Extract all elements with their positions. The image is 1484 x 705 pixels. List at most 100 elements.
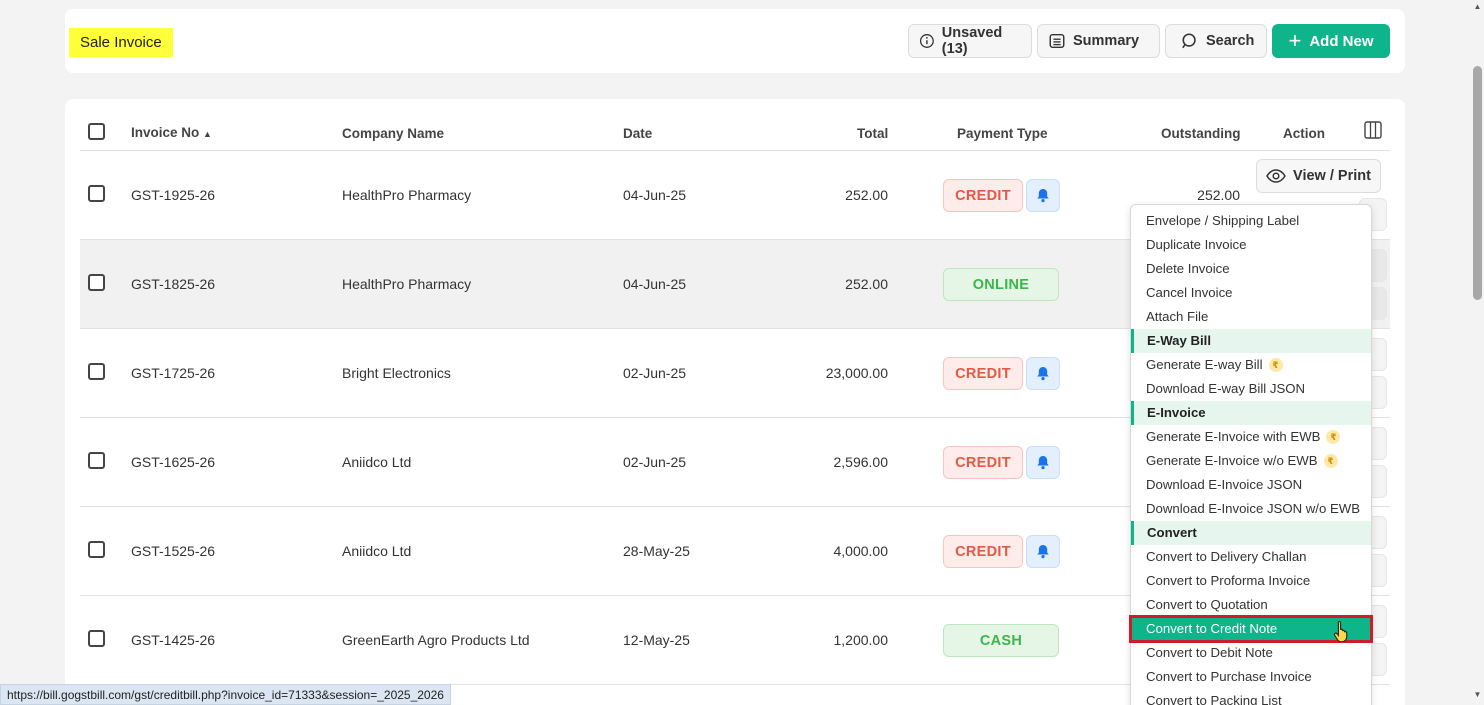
company-name: GreenEarth Agro Products Ltd xyxy=(342,632,530,648)
columns-icon[interactable] xyxy=(1364,121,1382,139)
invoice-no[interactable]: GST-1425-26 xyxy=(131,632,215,648)
menu-item-envelope[interactable]: Envelope / Shipping Label xyxy=(1131,209,1371,233)
menu-item-label: Generate E-Invoice with EWB xyxy=(1146,429,1321,444)
menu-item-attach-file[interactable]: Attach File xyxy=(1131,305,1371,329)
invoice-total: 4,000.00 xyxy=(833,543,889,559)
unsaved-button[interactable]: Unsaved (13) xyxy=(908,24,1032,58)
payment-badge: CREDIT xyxy=(943,535,1023,568)
page-scrollbar[interactable]: ▲ ▼ xyxy=(1471,0,1484,705)
actions-dropdown-menu: Envelope / Shipping Label Duplicate Invo… xyxy=(1129,204,1373,705)
sort-asc-icon: ▲ xyxy=(203,129,212,139)
table-header: Invoice No ▲ Company Name Date Total Pay… xyxy=(80,117,1390,151)
row-checkbox[interactable] xyxy=(88,363,105,380)
payment-badge: ONLINE xyxy=(943,268,1059,301)
menu-item-generate-eway[interactable]: Generate E-way Bill ₹ xyxy=(1131,353,1371,377)
scroll-down-icon[interactable]: ▼ xyxy=(1473,690,1482,699)
row-checkbox[interactable] xyxy=(88,274,105,291)
col-payment-type: Payment Type xyxy=(957,126,1048,141)
select-all-checkbox[interactable] xyxy=(88,123,105,140)
menu-section-eway-bill: E-Way Bill xyxy=(1131,329,1371,353)
add-new-button[interactable]: + Add New xyxy=(1272,24,1390,58)
menu-section-einvoice: E-Invoice xyxy=(1131,401,1371,425)
payment-badge: CREDIT xyxy=(943,357,1023,390)
row-checkbox[interactable] xyxy=(88,630,105,647)
menu-item-download-einvoice-json[interactable]: Download E-Invoice JSON xyxy=(1131,473,1371,497)
menu-item-einvoice-with-ewb[interactable]: Generate E-Invoice with EWB ₹ xyxy=(1131,425,1371,449)
menu-item-convert-credit-note[interactable]: Convert to Credit Note xyxy=(1129,615,1373,643)
menu-section-convert: Convert xyxy=(1131,521,1371,545)
invoice-date: 12-May-25 xyxy=(623,632,690,648)
invoice-date: 04-Jun-25 xyxy=(623,276,687,292)
reminder-button[interactable] xyxy=(1026,357,1060,390)
company-name: Bright Electronics xyxy=(342,365,451,381)
payment-badge: CREDIT xyxy=(943,446,1023,479)
view-print-button[interactable]: View / Print xyxy=(1256,159,1381,193)
search-icon xyxy=(1182,33,1196,49)
payment-badge: CREDIT xyxy=(943,179,1023,212)
invoice-total: 252.00 xyxy=(845,187,888,203)
menu-item-label: Generate E-way Bill xyxy=(1146,357,1263,372)
row-checkbox[interactable] xyxy=(88,541,105,558)
status-bar-url: https://bill.gogstbill.com/gst/creditbil… xyxy=(0,684,451,705)
col-date: Date xyxy=(623,126,653,141)
invoice-total: 1,200.00 xyxy=(833,632,889,648)
menu-item-convert-purchase-invoice[interactable]: Convert to Purchase Invoice xyxy=(1131,665,1371,689)
invoice-total: 252.00 xyxy=(845,276,888,292)
menu-item-download-eway-json[interactable]: Download E-way Bill JSON xyxy=(1131,377,1371,401)
invoice-total: 2,596.00 xyxy=(833,454,889,470)
menu-item-einvoice-without-ewb[interactable]: Generate E-Invoice w/o EWB ₹ xyxy=(1131,449,1371,473)
menu-item-convert-delivery-challan[interactable]: Convert to Delivery Challan xyxy=(1131,545,1371,569)
page-title: Sale Invoice xyxy=(69,28,173,57)
search-button[interactable]: Search xyxy=(1165,24,1267,58)
eye-icon xyxy=(1266,169,1286,183)
reminder-button[interactable] xyxy=(1026,535,1060,568)
scrollbar-thumb[interactable] xyxy=(1473,66,1482,300)
bell-icon xyxy=(1037,189,1049,203)
bell-icon xyxy=(1037,456,1049,470)
menu-item-download-einvoice-json-no-ewb[interactable]: Download E-Invoice JSON w/o EWB xyxy=(1131,497,1371,521)
plus-icon: + xyxy=(1288,28,1302,53)
menu-item-convert-debit-note[interactable]: Convert to Debit Note xyxy=(1131,641,1371,665)
company-name: HealthPro Pharmacy xyxy=(342,276,472,292)
invoice-date: 28-May-25 xyxy=(623,543,690,559)
reminder-button[interactable] xyxy=(1026,446,1060,479)
view-print-label: View / Print xyxy=(1293,168,1371,184)
menu-item-cancel[interactable]: Cancel Invoice xyxy=(1131,281,1371,305)
company-name: HealthPro Pharmacy xyxy=(342,187,472,203)
coin-icon: ₹ xyxy=(1268,358,1283,372)
row-checkbox[interactable] xyxy=(88,452,105,469)
page-header: Sale Invoice Unsaved (13) Summary Search… xyxy=(65,9,1405,73)
menu-item-convert-packing-list[interactable]: Convert to Packing List xyxy=(1131,689,1371,705)
col-outstanding: Outstanding xyxy=(1161,126,1241,141)
outstanding-amount: 252.00 xyxy=(1197,187,1240,203)
invoice-no[interactable]: GST-1625-26 xyxy=(131,454,215,470)
bell-icon xyxy=(1037,545,1049,559)
menu-item-convert-quotation[interactable]: Convert to Quotation xyxy=(1131,593,1371,617)
menu-item-convert-proforma[interactable]: Convert to Proforma Invoice xyxy=(1131,569,1371,593)
add-new-label: Add New xyxy=(1309,32,1374,50)
scroll-up-icon[interactable]: ▲ xyxy=(1473,2,1482,11)
invoice-no[interactable]: GST-1825-26 xyxy=(131,276,215,292)
menu-item-label: Generate E-Invoice w/o EWB xyxy=(1146,453,1318,468)
invoice-date: 04-Jun-25 xyxy=(623,187,687,203)
reminder-button[interactable] xyxy=(1026,179,1060,212)
col-invoice-no[interactable]: Invoice No ▲ xyxy=(131,125,212,140)
col-action: Action xyxy=(1283,126,1325,141)
col-company-name: Company Name xyxy=(342,126,445,141)
invoice-no[interactable]: GST-1925-26 xyxy=(131,187,215,203)
row-checkbox[interactable] xyxy=(88,185,105,202)
summary-button[interactable]: Summary xyxy=(1037,24,1160,58)
invoice-date: 02-Jun-25 xyxy=(623,365,687,381)
invoice-date: 02-Jun-25 xyxy=(623,454,687,470)
info-icon xyxy=(919,34,934,48)
coin-icon: ₹ xyxy=(1323,454,1338,468)
menu-item-duplicate[interactable]: Duplicate Invoice xyxy=(1131,233,1371,257)
invoice-total: 23,000.00 xyxy=(825,365,888,381)
invoice-no[interactable]: GST-1525-26 xyxy=(131,543,215,559)
summary-label: Summary xyxy=(1073,33,1140,49)
menu-item-delete[interactable]: Delete Invoice xyxy=(1131,257,1371,281)
invoice-no[interactable]: GST-1725-26 xyxy=(131,365,215,381)
company-name: Aniidco Ltd xyxy=(342,543,412,559)
col-total: Total xyxy=(857,126,889,141)
menu-item-label: Convert to Credit Note xyxy=(1146,621,1278,636)
